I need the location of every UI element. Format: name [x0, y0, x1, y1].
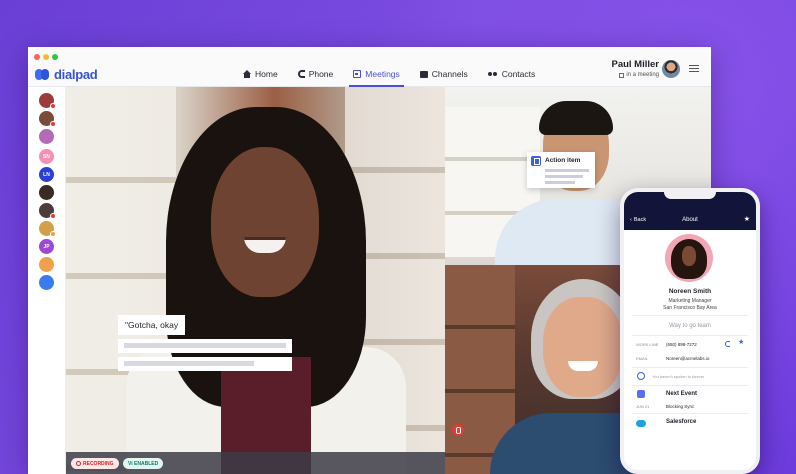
dialpad-logo-icon [35, 69, 51, 80]
sidebar-avatar[interactable] [39, 203, 56, 219]
action-item-card[interactable]: Action item [527, 152, 595, 188]
event-name[interactable]: Blocking Sync [666, 404, 694, 409]
transcript-line [118, 357, 292, 371]
title-bar: dialpad Home Phone Meetings Channels Con… [28, 47, 711, 87]
sidebar-avatar-jp[interactable]: JP [39, 239, 54, 254]
nav-contacts-label: Contacts [501, 69, 536, 79]
maximize-window-button[interactable] [52, 54, 58, 60]
nav-phone-label: Phone [308, 69, 334, 79]
user-profile[interactable]: Paul Miller in a meeting [611, 59, 659, 78]
last-spoken-note: You haven't spoken in forever [652, 374, 705, 379]
contact-avatar [665, 234, 713, 282]
next-event-title: Next Event [666, 391, 698, 397]
participant-face [211, 147, 319, 297]
vi-badge[interactable]: Vi ENABLED [123, 458, 164, 469]
user-avatar[interactable] [662, 60, 680, 78]
divider [632, 335, 748, 336]
sidebar-avatar-group[interactable] [39, 257, 54, 272]
action-item-line [545, 169, 589, 172]
close-window-button[interactable] [34, 54, 40, 60]
status-calendar-icon [619, 72, 625, 78]
action-item-icon [531, 156, 541, 166]
notification-badge [50, 103, 56, 109]
record-icon [76, 461, 81, 466]
divider [632, 367, 748, 368]
recording-badge[interactable]: RECORDING [71, 458, 119, 469]
transcript-line [118, 339, 292, 353]
recording-label: RECORDING [83, 460, 114, 467]
action-item-line [545, 175, 583, 178]
meeting-status-bar: RECORDING Vi ENABLED [66, 452, 445, 474]
user-name: Paul Miller [611, 59, 659, 70]
user-status: in a meeting [611, 72, 659, 78]
contacts-sidebar: SN LN JP [28, 87, 66, 474]
contact-avatar-face [682, 246, 696, 266]
vi-label: Vi ENABLED [128, 460, 159, 467]
chat-icon [419, 70, 428, 78]
calendar-icon [637, 390, 645, 398]
nav-channels-label: Channels [431, 69, 468, 79]
contact-location: San Francisco Bay Area [663, 305, 717, 311]
phone-icon [297, 70, 305, 78]
sidebar-avatar[interactable] [39, 221, 56, 237]
notification-badge [50, 213, 56, 219]
nav-home[interactable]: Home [233, 63, 288, 85]
notification-badge [50, 231, 56, 237]
app-logo[interactable]: dialpad [35, 67, 98, 82]
participant-hair [539, 101, 613, 135]
star-icon[interactable]: ★ [738, 339, 744, 346]
notification-badge [50, 121, 56, 127]
salesforce-icon [636, 420, 646, 427]
nav-meetings-label: Meetings [365, 69, 400, 79]
call-icon[interactable] [725, 341, 730, 347]
favorite-star-icon[interactable]: ★ [744, 215, 750, 223]
user-status-text: in a meeting [626, 72, 659, 78]
mobile-phone-mockup: ‹ Back About ★ Noreen Smith Marketing Ma… [620, 188, 760, 474]
nav-channels[interactable]: Channels [410, 63, 478, 85]
main-nav: Home Phone Meetings Channels Contacts [233, 63, 546, 87]
divider [632, 385, 748, 386]
sidebar-avatar-sn[interactable]: SN [39, 149, 54, 164]
salesforce-label[interactable]: Salesforce [666, 419, 696, 425]
mic-mute-button[interactable] [452, 424, 464, 436]
sidebar-avatar[interactable] [39, 93, 56, 109]
clock-icon [637, 372, 645, 380]
sidebar-avatar[interactable] [39, 185, 54, 200]
contact-name: Noreen Smith [668, 288, 712, 295]
sidebar-avatar-ln[interactable]: LN [39, 167, 54, 182]
sidebar-avatar-link[interactable] [39, 275, 54, 290]
email-label: EMAIL [636, 356, 649, 361]
nav-contacts[interactable]: Contacts [478, 63, 546, 85]
nav-meetings[interactable]: Meetings [343, 63, 410, 87]
nav-home-label: Home [255, 69, 278, 79]
phone-title: About [682, 217, 698, 223]
nav-phone[interactable]: Phone [288, 63, 344, 85]
app-window: dialpad Home Phone Meetings Channels Con… [28, 47, 711, 474]
brand-name: dialpad [54, 67, 98, 82]
work-line-label: WORK LINE [636, 342, 659, 347]
phone-notch [664, 192, 716, 199]
sidebar-avatar[interactable] [39, 111, 56, 127]
contacts-icon [487, 71, 498, 78]
live-transcript: "Gotcha, okay [118, 315, 292, 371]
contact-note[interactable]: Way to go team [624, 323, 756, 329]
hamburger-menu-icon[interactable] [689, 65, 699, 72]
minimize-window-button[interactable] [43, 54, 49, 60]
work-line-value[interactable]: (650) 898-7272 [666, 342, 697, 347]
home-icon [243, 70, 251, 78]
main-video-tile[interactable]: "Gotcha, okay RECORDING Vi ENABLED [66, 87, 445, 474]
calendar-icon [353, 70, 362, 78]
divider [632, 315, 748, 316]
transcript-quote: "Gotcha, okay [118, 315, 186, 335]
contact-role: Marketing Manager [668, 298, 712, 304]
sidebar-avatar[interactable] [39, 129, 54, 144]
action-item-line [545, 181, 575, 184]
event-date-label: JUN 21 [636, 404, 650, 409]
action-item-label: Action item [545, 157, 581, 164]
email-value[interactable]: Noreen@acmelabs.io [666, 356, 709, 361]
divider [632, 413, 748, 414]
participant-face [543, 297, 623, 397]
